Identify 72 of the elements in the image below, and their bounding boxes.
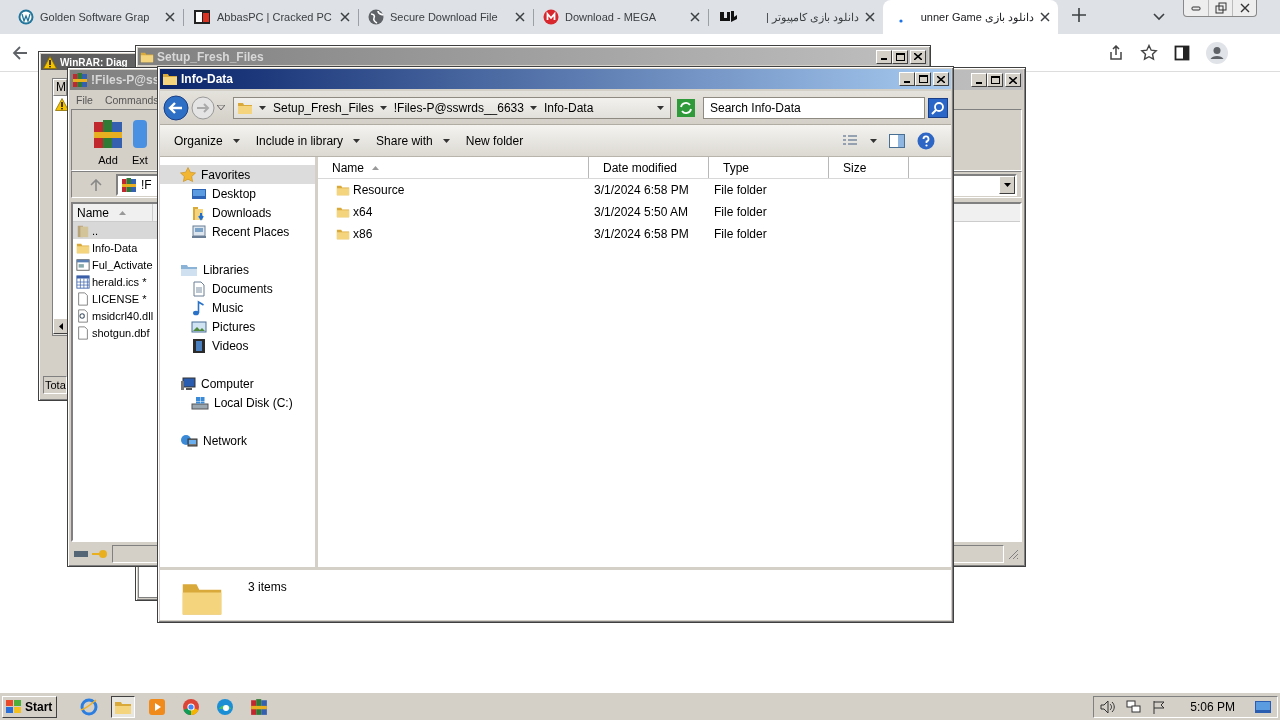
file-row[interactable]: herald.ics * (73, 273, 157, 290)
status-text: Tota (43, 376, 67, 394)
command-button[interactable]: Include in library (247, 129, 369, 152)
file-name: Ful_Activate (92, 258, 153, 271)
nav-item[interactable]: Libraries (160, 260, 315, 279)
command-button[interactable]: Share with (368, 129, 458, 152)
file-name: herald.ics * (92, 275, 147, 288)
nav-item[interactable]: Computer (160, 374, 315, 393)
nav-item[interactable]: Music (160, 298, 315, 317)
browser-tab[interactable]: دانلود بازی unner Game (883, 0, 1058, 34)
column-header[interactable]: Size (829, 157, 909, 178)
address-bar[interactable]: Setup_Fresh_Files !Files-P@sswrds__6633 Info-Data (233, 96, 671, 119)
file-row[interactable]: Ful_Activate (73, 256, 157, 273)
file-row[interactable]: LICENSE * (73, 290, 157, 307)
command-button[interactable]: Organize (166, 129, 248, 152)
nav-item[interactable]: Desktop (160, 184, 315, 203)
breadcrumb-item[interactable]: !Files-P@sswrds__6633 (379, 100, 524, 115)
nav-item[interactable]: Documents (160, 279, 315, 298)
browser-tab[interactable]: دانلود بازی کامپیوتر | (708, 0, 883, 34)
column-header[interactable]: Date modified (589, 157, 709, 178)
menu-item[interactable]: File (75, 93, 94, 106)
file-name: msidcrl40.dll (92, 309, 154, 322)
file-row[interactable]: shotgun.dbf (73, 324, 157, 341)
path-text: !F (141, 177, 152, 192)
file-row[interactable]: x86 3/1/2024 6:58 PM File folder (318, 223, 951, 245)
file-name: Info-Data (92, 241, 138, 254)
start-button[interactable]: Start (2, 695, 58, 718)
file-row[interactable]: x64 3/1/2024 5:50 AM File folder (318, 201, 951, 223)
type-cell-text: File folder (713, 205, 768, 219)
column-header[interactable]: Name (73, 204, 153, 221)
browser-tab[interactable]: Golden Software Grap (8, 0, 183, 34)
nav-item[interactable]: Local Disk (C:) (160, 393, 315, 412)
file-name: Resource (353, 183, 405, 197)
file-name: x86 (353, 227, 373, 241)
search-field[interactable]: Search Info-Data (703, 96, 925, 119)
file-name: .. (92, 224, 99, 237)
nav-item[interactable]: Downloads (160, 203, 315, 222)
browser-tab[interactable]: Download - MEGA (533, 0, 708, 34)
toolbar-button[interactable]: Add (90, 114, 126, 170)
nav-item[interactable]: Pictures (160, 317, 315, 336)
command-button[interactable]: New folder (457, 129, 532, 152)
browser-tab[interactable]: Secure Download File (358, 0, 533, 34)
nav-item[interactable]: Favorites (160, 165, 315, 184)
file-name: x64 (353, 205, 373, 219)
toolbar-button[interactable]: Ext (130, 114, 150, 170)
type-cell-text: File folder (713, 227, 768, 241)
file-row[interactable]: .. (73, 222, 157, 239)
date-cell-text: 3/1/2024 6:58 PM (593, 227, 690, 241)
column-header[interactable]: Name (318, 157, 589, 178)
file-row[interactable]: Info-Data (73, 239, 157, 256)
clock: 5:06 PM (1190, 699, 1235, 714)
nav-item[interactable]: Network (160, 431, 315, 450)
file-name: LICENSE * (92, 292, 147, 305)
window-title: WinRAR: Diag (60, 56, 128, 68)
column-header[interactable]: M (53, 79, 67, 96)
item-count: 3 items (248, 580, 287, 594)
column-header[interactable]: Type (709, 157, 829, 178)
window-title: Setup_Fresh_Files (157, 49, 264, 64)
type-cell-text: File folder (713, 183, 768, 197)
file-row[interactable]: msidcrl40.dll (73, 307, 157, 324)
nav-item[interactable]: Recent Places (160, 222, 315, 241)
nav-item[interactable]: Videos (160, 336, 315, 355)
breadcrumb-item[interactable]: Setup_Fresh_Files (259, 100, 374, 115)
window-title: Info-Data (181, 72, 233, 86)
date-cell-text: 3/1/2024 5:50 AM (593, 205, 690, 219)
date-cell-text: 3/1/2024 6:58 PM (593, 183, 690, 197)
breadcrumb-item[interactable]: Info-Data (529, 100, 594, 115)
window-title: !Files-P@ss (91, 73, 160, 87)
file-row[interactable]: Resource 3/1/2024 6:58 PM File folder (318, 179, 951, 201)
menu-item[interactable]: Commands (103, 93, 160, 106)
browser-tab[interactable]: AbbasPC | Cracked PC (183, 0, 358, 34)
file-name: shotgun.dbf (92, 326, 150, 339)
